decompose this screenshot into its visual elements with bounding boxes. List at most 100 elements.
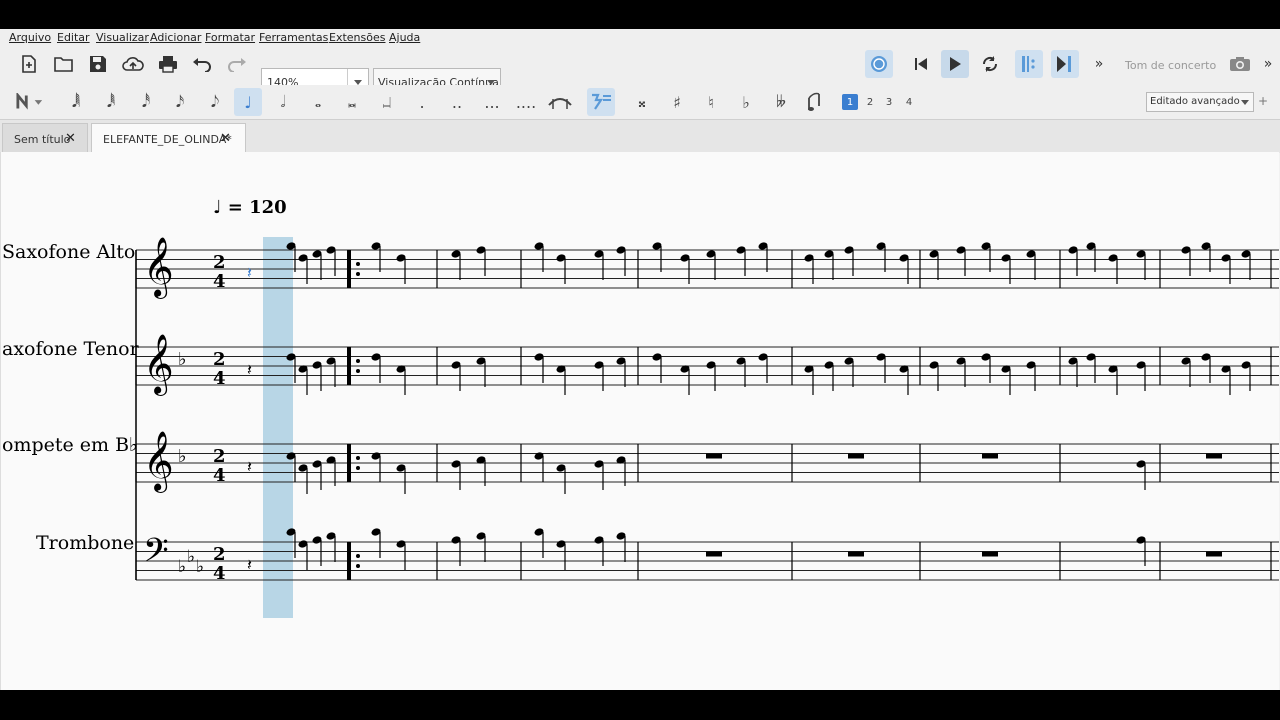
cloud-upload-icon[interactable] — [119, 50, 147, 78]
key-signature-flat: ♭ — [187, 547, 195, 567]
duration-32nd-icon[interactable]: 𝅘𝅥𝅰 — [132, 88, 160, 116]
whole-rest — [706, 551, 722, 557]
repeat-dot — [356, 369, 360, 373]
time-signature: 2 — [213, 446, 226, 467]
midi-input-icon[interactable] — [865, 50, 893, 78]
toolbar-more-icon[interactable]: » — [1085, 50, 1113, 78]
score-tabs: Sem título ✕ ELEFANTE_DE_OLINDA* ✕ — [0, 119, 1280, 153]
rewind-icon[interactable] — [907, 50, 935, 78]
tab-sem-titulo[interactable]: Sem título ✕ — [2, 123, 88, 153]
whole-rest — [982, 551, 998, 557]
quarter-rest: 𝄽 — [247, 360, 252, 379]
play-icon[interactable] — [941, 50, 969, 78]
menu-extensoes[interactable]: Extensões — [329, 31, 385, 44]
time-signature: 2 — [213, 252, 226, 273]
score-staves: 𝄞 24 𝄽𝄞 24♭ 𝄽𝄞 24♭ 𝄽𝄢 24♭ ♭ ♭ 𝄽 — [135, 237, 1279, 618]
duration-quarter-icon[interactable]: ♩ — [234, 88, 262, 116]
time-signature: 2 — [213, 349, 226, 370]
toolbar-more-icon-2[interactable]: » — [1258, 50, 1278, 78]
repeat-dot — [356, 262, 360, 266]
rest-icon[interactable] — [587, 88, 615, 116]
quadruple-dot-icon[interactable]: .... — [512, 88, 540, 116]
tab-label: Sem título — [14, 133, 71, 146]
pan-score-icon[interactable] — [1051, 50, 1079, 78]
duration-longa-icon[interactable]: 𝆶 — [373, 88, 401, 116]
triple-dot-icon[interactable]: ... — [478, 88, 506, 116]
workspace-value: Editado avançado — [1150, 96, 1240, 107]
menu-arquivo[interactable]: Arquivo — [9, 31, 51, 44]
repeat-dot — [356, 466, 360, 470]
duration-64th-icon[interactable]: 𝅘𝅥𝅱 — [97, 88, 125, 116]
key-signature-flat: ♭ — [178, 349, 187, 370]
camera-icon[interactable] — [1226, 50, 1254, 78]
main-toolbar: 140% Visualização Contínua » Tom de conc… — [0, 47, 1280, 96]
concert-pitch-toggle[interactable]: Tom de concerto — [1125, 59, 1216, 72]
key-signature-flat: ♭ — [178, 557, 186, 577]
whole-rest — [1206, 551, 1222, 557]
bass-clef: 𝄢 — [143, 532, 169, 578]
time-signature: 4 — [213, 563, 226, 584]
augmentation-dot-icon[interactable]: . — [408, 88, 436, 116]
menu-adicionar[interactable]: Adicionar — [150, 31, 201, 44]
voice-1-button[interactable]: 1 — [842, 94, 858, 110]
tab-elefante-de-olinda[interactable]: ELEFANTE_DE_OLINDA* ✕ — [91, 123, 246, 153]
duration-half-icon[interactable]: 𝅗𝅥 — [269, 88, 297, 116]
whole-rest — [848, 551, 864, 557]
voice-4-button[interactable]: 4 — [901, 94, 917, 110]
menu-ferramentas[interactable]: Ferramentas — [259, 31, 328, 44]
new-file-icon[interactable] — [15, 50, 43, 78]
tie-icon[interactable] — [546, 88, 574, 116]
treble-clef: 𝄞 — [143, 334, 174, 396]
quarter-rest: 𝄽 — [247, 457, 252, 476]
double-sharp-icon[interactable]: 𝄪 — [628, 88, 656, 116]
note-input-toolbar: 𝅘𝅥𝅲 𝅘𝅥𝅱 𝅘𝅥𝅰 𝅘𝅥𝅯 𝅘𝅥𝅮 ♩ 𝅗𝅥 𝅝 𝅜 𝆶 . .. ... … — [0, 85, 1280, 119]
tab-label: ELEFANTE_DE_OLINDA* — [103, 133, 232, 146]
key-signature-flat: ♭ — [178, 446, 187, 467]
score-canvas[interactable]: ♩ = 120 Saxofone Alto axofone Tenor ompe… — [0, 152, 1279, 690]
time-signature: 4 — [213, 271, 226, 292]
quarter-rest: 𝄽 — [247, 555, 252, 574]
print-icon[interactable] — [154, 50, 182, 78]
repeat-dot — [356, 359, 360, 363]
voice-2-button[interactable]: 2 — [862, 94, 878, 110]
whole-rest — [1206, 453, 1222, 459]
repeat-dot — [356, 456, 360, 460]
flip-direction-icon[interactable] — [802, 88, 830, 116]
add-toolbar-button[interactable]: + — [1258, 94, 1268, 108]
menu-bar: Arquivo Editar Visualizar Adicionar Form… — [0, 29, 1280, 47]
key-signature-flat: ♭ — [196, 557, 204, 577]
quarter-rest: 𝄽 — [247, 263, 252, 282]
double-dot-icon[interactable]: .. — [443, 88, 471, 116]
voice-3-button[interactable]: 3 — [881, 94, 897, 110]
duration-eighth-icon[interactable]: 𝅘𝅥𝅮 — [201, 88, 229, 116]
play-repeats-icon[interactable] — [1015, 50, 1043, 78]
time-signature: 2 — [213, 544, 226, 565]
flat-icon[interactable]: ♭ — [732, 88, 760, 116]
menu-editar[interactable]: Editar — [57, 31, 90, 44]
whole-rest — [706, 453, 722, 459]
treble-clef: 𝄞 — [143, 237, 174, 299]
menu-visualizar[interactable]: Visualizar — [96, 31, 149, 44]
close-icon[interactable]: ✕ — [220, 131, 231, 146]
duration-128th-icon[interactable]: 𝅘𝅥𝅲 — [62, 88, 90, 116]
menu-formatar[interactable]: Formatar — [205, 31, 255, 44]
repeat-dot — [356, 554, 360, 558]
duration-16th-icon[interactable]: 𝅘𝅥𝅯 — [166, 88, 194, 116]
save-icon[interactable] — [84, 50, 112, 78]
undo-icon[interactable] — [188, 50, 216, 78]
open-folder-icon[interactable] — [50, 50, 78, 78]
natural-icon[interactable]: ♮ — [697, 88, 725, 116]
double-flat-icon[interactable]: 𝄫 — [767, 88, 795, 116]
duration-whole-icon[interactable]: 𝅝 — [304, 88, 332, 116]
musescore-window: Arquivo Editar Visualizar Adicionar Form… — [0, 29, 1280, 690]
treble-clef: 𝄞 — [143, 431, 174, 493]
loop-icon[interactable] — [976, 50, 1004, 78]
duration-breve-icon[interactable]: 𝅜 — [338, 88, 366, 116]
time-signature: 4 — [213, 465, 226, 486]
note-input-mode-icon[interactable] — [16, 88, 44, 116]
redo-icon[interactable] — [223, 50, 251, 78]
sharp-icon[interactable]: ♯ — [663, 88, 691, 116]
workspace-select[interactable]: Editado avançado — [1146, 92, 1254, 112]
close-icon[interactable]: ✕ — [65, 131, 76, 146]
menu-ajuda[interactable]: Ajuda — [389, 31, 420, 44]
